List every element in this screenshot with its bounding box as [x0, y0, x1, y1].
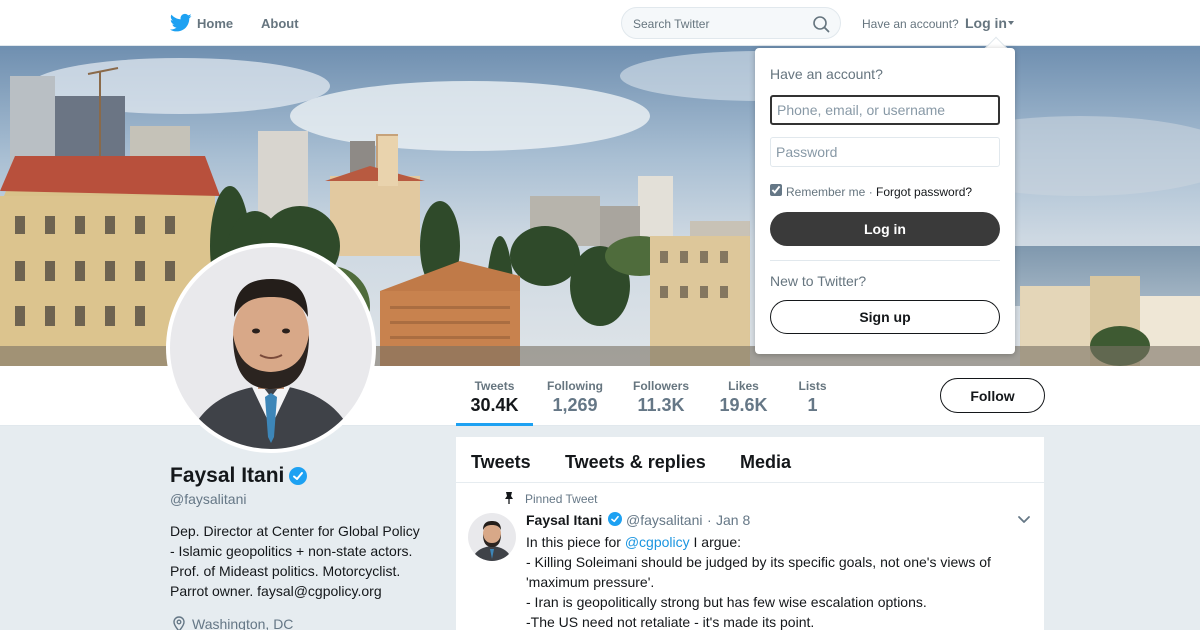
tab-tweets-replies[interactable]: Tweets & replies	[565, 452, 706, 473]
stat-value: 1	[807, 395, 818, 415]
have-account-text: Have an account?	[862, 17, 959, 31]
tweet-line: - Killing Soleimani should be judged by …	[526, 554, 991, 570]
dropdown-title: Have an account?	[770, 66, 883, 82]
timeline: Tweets Tweets & replies Media Pinned Twe…	[456, 437, 1044, 630]
stat-likes[interactable]: Likes 19.6K	[712, 366, 775, 426]
stat-label: Lists	[798, 379, 827, 393]
password-field[interactable]	[770, 137, 1000, 167]
caret-down-icon[interactable]	[1008, 21, 1014, 25]
bio-line: Prof. of Mideast politics. Motorcyclist.	[170, 563, 401, 579]
tweet-date[interactable]: Jan 8	[716, 512, 750, 528]
tweet-avatar[interactable]	[468, 513, 516, 561]
bio-line: Dep. Director at Center for Global Polic…	[170, 523, 420, 539]
profile-avatar[interactable]	[166, 243, 376, 453]
login-link[interactable]: Log in	[965, 15, 1007, 31]
search-icon[interactable]	[812, 15, 830, 33]
stat-value: 11.3K	[637, 395, 685, 415]
profile-name[interactable]: Faysal Itani	[170, 464, 284, 488]
login-dropdown: Have an account? Remember me · Forgot pa…	[755, 48, 1015, 354]
forgot-password-link[interactable]: Forgot password?	[876, 185, 972, 199]
new-to-twitter-text: New to Twitter?	[770, 273, 867, 289]
tweet-text: In this piece for @cgpolicy I argue: - K…	[526, 532, 1036, 630]
location-pin-icon	[173, 616, 185, 630]
tab-media[interactable]: Media	[740, 452, 791, 473]
tweet-line: In this piece for @cgpolicy I argue:	[526, 532, 1036, 552]
stat-value: 1,269	[552, 395, 598, 415]
tweet-author-name[interactable]: Faysal Itani	[526, 512, 602, 528]
bio-line: Parrot owner. faysal@cgpolicy.org	[170, 583, 382, 599]
avatar-photo	[170, 247, 372, 449]
stat-label: Following	[547, 379, 603, 393]
search-box	[621, 7, 841, 39]
stat-followers[interactable]: Followers 11.3K	[626, 366, 696, 426]
tweet-text-prefix: In this piece for	[526, 534, 625, 550]
remember-separator: ·	[868, 185, 873, 199]
stat-tweets[interactable]: Tweets 30.4K	[456, 366, 533, 426]
tab-tweets[interactable]: Tweets	[471, 452, 531, 473]
login-button[interactable]: Log in	[770, 212, 1000, 246]
stat-value: 19.6K	[719, 395, 768, 415]
username-field[interactable]	[770, 95, 1000, 125]
bio-line: - Islamic geopolitics + non-state actors…	[170, 543, 413, 559]
follow-button[interactable]: Follow	[940, 378, 1045, 413]
verified-badge-icon	[608, 512, 622, 526]
remember-me-checkbox[interactable]	[770, 184, 782, 196]
remember-me-text: Remember me	[786, 185, 866, 199]
divider	[770, 260, 1000, 261]
stat-label: Likes	[728, 379, 759, 393]
stat-label: Tweets	[474, 379, 515, 393]
tweet-author-handle[interactable]: @faysalitani	[626, 512, 702, 528]
nav-about-link[interactable]: About	[261, 16, 299, 31]
pin-icon	[505, 492, 513, 504]
timeline-tabs: Tweets Tweets & replies Media	[456, 437, 1044, 483]
stat-value: 30.4K	[470, 395, 519, 415]
signup-button[interactable]: Sign up	[770, 300, 1000, 334]
remember-me-label: Remember me ·	[786, 185, 873, 199]
top-nav: Home About Have an account? Log in	[0, 0, 1200, 46]
tweet-text-suffix: I argue:	[689, 534, 742, 550]
profile-handle[interactable]: @faysalitani	[170, 491, 246, 507]
tweet-line: -The US need not retaliate - it's made i…	[526, 614, 815, 630]
verified-badge-icon	[289, 467, 307, 485]
twitter-bird-icon[interactable]	[170, 13, 192, 33]
search-input[interactable]	[633, 15, 808, 32]
tweet-mention-link[interactable]: @cgpolicy	[625, 534, 690, 550]
stat-lists[interactable]: Lists 1	[790, 366, 835, 426]
tweet-line: 'maximum pressure'.	[526, 574, 655, 590]
stat-label: Followers	[632, 379, 689, 393]
stat-following[interactable]: Following 1,269	[540, 366, 610, 426]
tweet-separator: ·	[707, 512, 712, 528]
chevron-down-icon[interactable]	[1017, 515, 1031, 525]
tweet-line: - Iran is geopolitically strong but has …	[526, 594, 927, 610]
nav-home-link[interactable]: Home	[197, 16, 233, 31]
profile-location: Washington, DC	[192, 616, 294, 630]
profile-bio: Dep. Director at Center for Global Polic…	[170, 521, 440, 601]
pinned-tweet-label: Pinned Tweet	[525, 492, 598, 506]
